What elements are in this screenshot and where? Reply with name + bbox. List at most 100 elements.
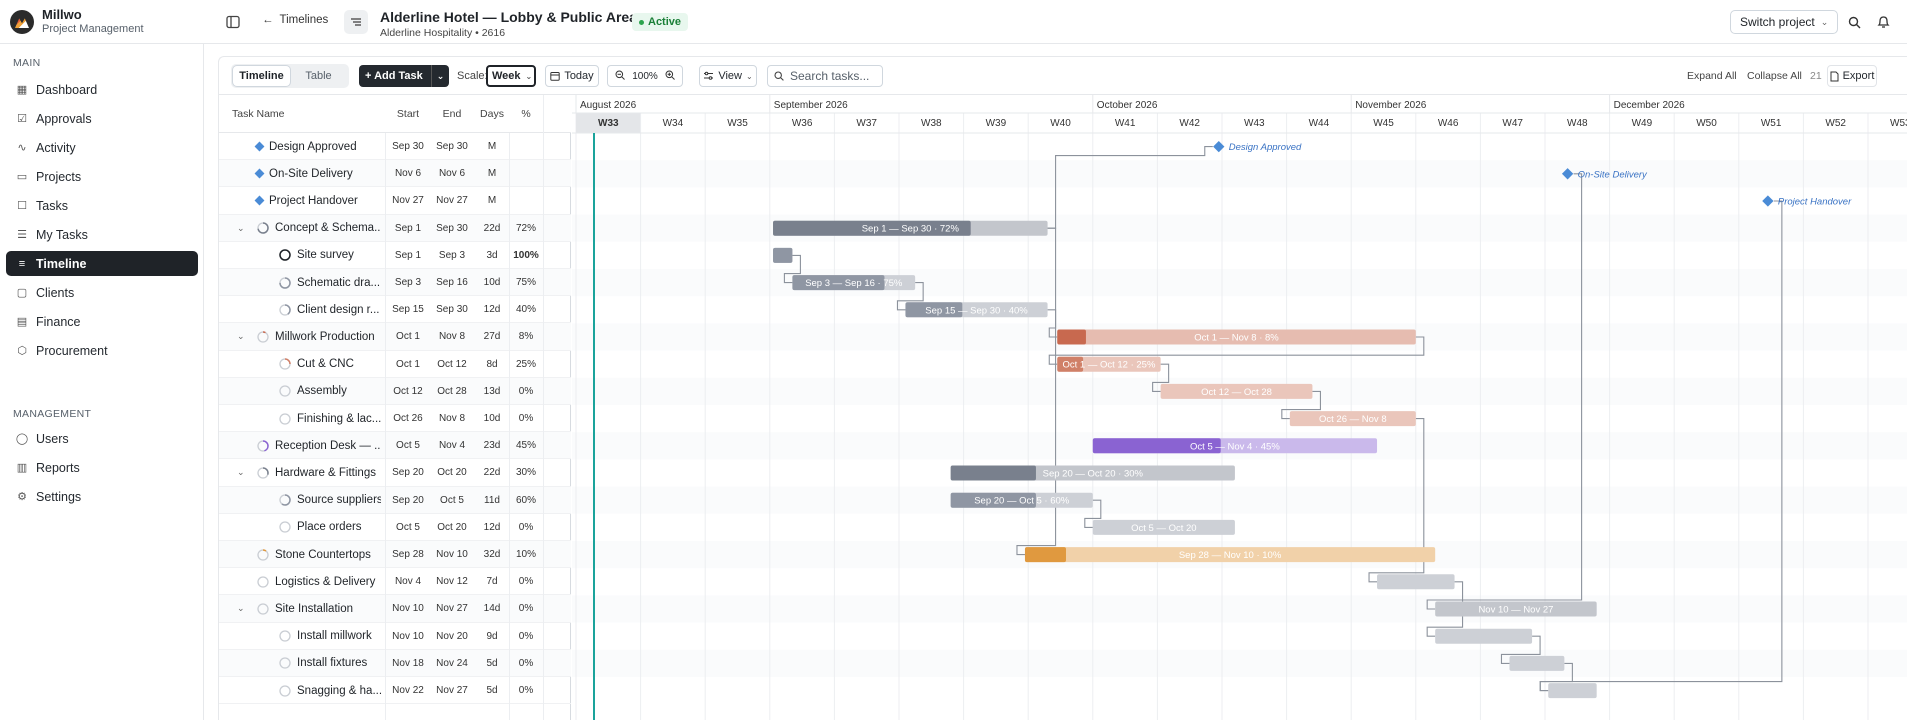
task-name[interactable]: Client design r...: [297, 296, 381, 323]
task-name[interactable]: Project Handover: [269, 187, 381, 214]
week-label[interactable]: W47: [1502, 118, 1523, 129]
task-name[interactable]: Place orders: [297, 514, 381, 541]
task-name[interactable]: Design Approved: [269, 133, 381, 160]
table-row[interactable]: Schematic dra... Sep 3 Sep 16 10d 75%: [219, 269, 571, 297]
task-bar[interactable]: [1509, 655, 1565, 671]
week-label[interactable]: W37: [856, 118, 877, 129]
zoom-in-icon[interactable]: [658, 70, 682, 83]
collapse-chevron-icon[interactable]: ⌄: [237, 595, 245, 622]
brand[interactable]: Millwo Project Management: [10, 8, 144, 36]
table-row[interactable]: Install fixtures Nov 18 Nov 24 5d 0%: [219, 649, 571, 677]
task-name[interactable]: Logistics & Delivery: [275, 568, 381, 595]
sidebar-item-activity[interactable]: ∿ Activity: [6, 135, 198, 160]
col-end[interactable]: End: [430, 95, 474, 133]
add-task-dropdown-chevron-icon[interactable]: ⌄: [431, 65, 449, 87]
timeline-panel-toggle[interactable]: [344, 10, 368, 34]
week-label[interactable]: W35: [727, 118, 748, 129]
table-row[interactable]: Project Handover Nov 27 Nov 27 M: [219, 187, 571, 215]
week-label[interactable]: W40: [1050, 118, 1071, 129]
table-row[interactable]: Site survey Sep 1 Sep 3 3d 100%: [219, 242, 571, 269]
sidebar-item-settings[interactable]: ⚙ Settings: [6, 484, 198, 509]
view-options-button[interactable]: View ⌄: [699, 65, 757, 87]
week-label[interactable]: W42: [1179, 118, 1200, 129]
sidebar-item-clients[interactable]: ▢ Clients: [6, 280, 198, 305]
table-row[interactable]: Install millwork Nov 10 Nov 20 9d 0%: [219, 623, 571, 650]
sidebar-item-projects[interactable]: ▭ Projects: [6, 164, 198, 189]
back-to-timelines-link[interactable]: ← Timelines: [262, 14, 328, 26]
sidebar-item-tasks[interactable]: ☐ Tasks: [6, 193, 198, 218]
week-label[interactable]: W43: [1244, 118, 1265, 129]
table-row[interactable]: Source suppliers Sep 20 Oct 5 11d 60%: [219, 486, 571, 514]
task-bar[interactable]: [1435, 628, 1533, 644]
week-label[interactable]: W50: [1696, 118, 1717, 129]
week-label[interactable]: W53: [1890, 118, 1907, 129]
search-tasks-input[interactable]: [790, 69, 876, 83]
task-bar[interactable]: [1377, 574, 1455, 590]
task-name[interactable]: Finishing & lac...: [297, 405, 381, 432]
gantt-chart[interactable]: W33 W34 W35 W36 W37 W38 W39 W40 W41 W42 W43 W44 W45 W…: [572, 95, 1907, 720]
week-label[interactable]: W41: [1115, 118, 1136, 129]
switch-project-button[interactable]: Switch project ⌄: [1730, 10, 1839, 34]
table-row[interactable]: ⌄ Hardware & Fittings Sep 20 Oct 20 22d 30%: [219, 459, 571, 487]
task-name[interactable]: Assembly: [297, 378, 381, 405]
task-name[interactable]: Millwork Production: [275, 323, 381, 350]
sidebar-item-users[interactable]: ◯ Users: [6, 426, 198, 451]
task-name[interactable]: On-Site Delivery: [269, 160, 381, 187]
view-table-tab[interactable]: Table: [290, 66, 347, 86]
sidebar-item-finance[interactable]: ▤ Finance: [6, 309, 198, 334]
expand-all-button[interactable]: Expand All: [1687, 70, 1737, 82]
week-label[interactable]: W33: [598, 118, 619, 129]
sidebar-item-reports[interactable]: ▥ Reports: [6, 455, 198, 480]
table-row[interactable]: On-Site Delivery Nov 6 Nov 6 M: [219, 160, 571, 188]
collapse-chevron-icon[interactable]: ⌄: [237, 215, 245, 242]
scale-select[interactable]: Week ⌄: [486, 65, 536, 87]
col-days[interactable]: Days: [474, 95, 510, 133]
bell-icon[interactable]: [1870, 9, 1896, 35]
task-name[interactable]: Schematic dra...: [297, 269, 381, 296]
task-name[interactable]: Cut & CNC: [297, 351, 381, 378]
table-row[interactable]: ⌄ Site Installation Nov 10 Nov 27 14d 0%: [219, 595, 571, 623]
export-button[interactable]: Export: [1827, 65, 1877, 87]
week-label[interactable]: W51: [1761, 118, 1782, 129]
table-row[interactable]: Reception Desk — ... Oct 5 Nov 4 23d 45%: [219, 432, 571, 460]
col-start[interactable]: Start: [386, 95, 430, 133]
view-timeline-tab[interactable]: Timeline: [233, 66, 290, 86]
table-row[interactable]: Snagging & ha... Nov 22 Nov 27 5d 0%: [219, 677, 571, 705]
week-label[interactable]: W46: [1438, 118, 1459, 129]
task-name[interactable]: Site Installation: [275, 595, 381, 622]
col-task-name[interactable]: Task Name: [232, 95, 285, 133]
table-row[interactable]: Assembly Oct 12 Oct 28 13d 0%: [219, 377, 571, 405]
week-label[interactable]: W44: [1309, 118, 1330, 129]
week-label[interactable]: W48: [1567, 118, 1588, 129]
today-button[interactable]: Today: [545, 65, 599, 87]
search-icon[interactable]: [1841, 9, 1867, 35]
table-row[interactable]: Client design r... Sep 15 Sep 30 12d 40%: [219, 296, 571, 324]
collapse-chevron-icon[interactable]: ⌄: [237, 459, 245, 486]
sidebar-item-procurement[interactable]: ⬡ Procurement: [6, 338, 198, 363]
table-row[interactable]: ⌄ Concept & Schema... Sep 1 Sep 30 22d 72%: [219, 214, 571, 242]
sidebar-item-my-tasks[interactable]: ☰ My Tasks: [6, 222, 198, 247]
task-name[interactable]: Hardware & Fittings: [275, 459, 381, 486]
sidebar-item-timeline[interactable]: ≡ Timeline: [6, 251, 198, 276]
collapse-all-button[interactable]: Collapse All: [1747, 70, 1802, 82]
table-row[interactable]: ⌄ Millwork Production Oct 1 Nov 8 27d 8%: [219, 323, 571, 351]
week-label[interactable]: W49: [1632, 118, 1653, 129]
table-row[interactable]: Cut & CNC Oct 1 Oct 12 8d 25%: [219, 351, 571, 378]
task-name[interactable]: Install millwork: [297, 623, 381, 650]
table-row[interactable]: Design Approved Sep 30 Sep 30 M: [219, 133, 571, 161]
week-label[interactable]: W34: [663, 118, 684, 129]
week-label[interactable]: W45: [1373, 118, 1394, 129]
week-label[interactable]: W38: [921, 118, 942, 129]
sidebar-item-dashboard[interactable]: ▦ Dashboard: [6, 77, 198, 102]
table-row[interactable]: Logistics & Delivery Nov 4 Nov 12 7d 0%: [219, 568, 571, 596]
collapse-chevron-icon[interactable]: ⌄: [237, 323, 245, 350]
task-name[interactable]: Concept & Schema...: [275, 215, 381, 242]
task-name[interactable]: Reception Desk — ...: [275, 432, 381, 459]
week-label[interactable]: W39: [986, 118, 1007, 129]
task-name[interactable]: Site survey: [297, 242, 381, 269]
table-row[interactable]: Stone Countertops Sep 28 Nov 10 32d 10%: [219, 541, 571, 569]
task-name[interactable]: Source suppliers: [297, 487, 381, 514]
sidebar-toggle-icon[interactable]: [220, 9, 246, 35]
task-name[interactable]: Install fixtures: [297, 650, 381, 677]
col-percent[interactable]: %: [510, 95, 542, 133]
